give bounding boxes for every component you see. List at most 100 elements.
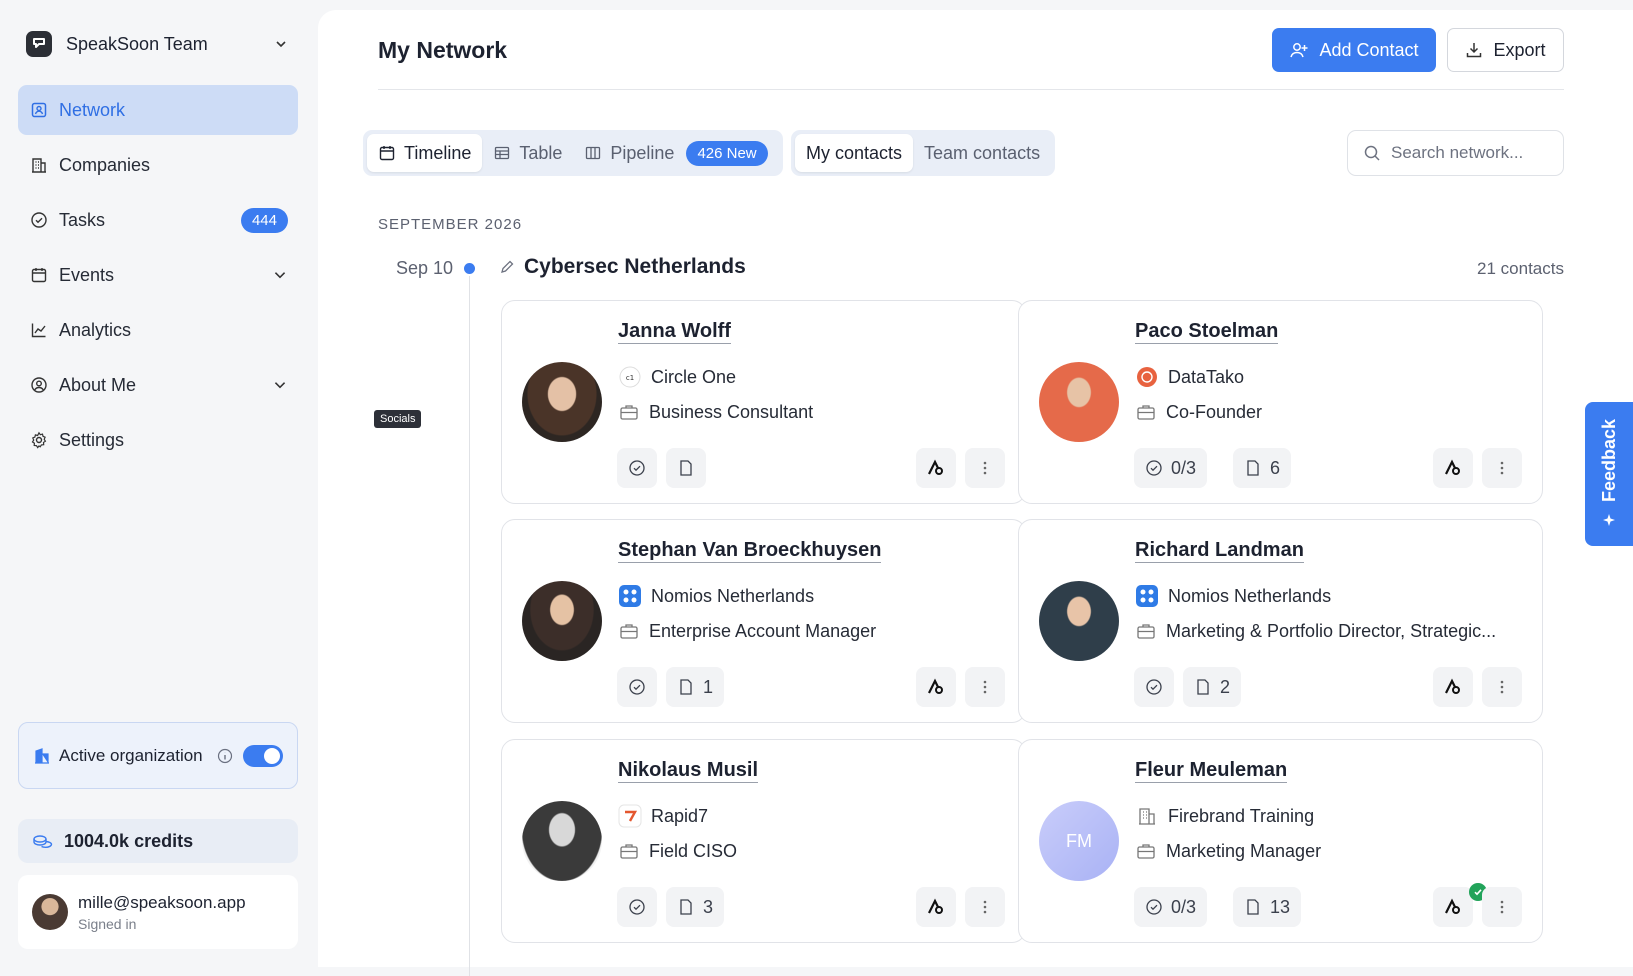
search-placeholder: Search network... [1391, 143, 1524, 162]
enrich-button[interactable] [916, 887, 956, 927]
documents-button[interactable]: 13 [1233, 887, 1302, 927]
tasks-button[interactable] [617, 667, 657, 707]
sidebar-item-about-me[interactable]: About Me [18, 360, 298, 410]
month-header: SEPTEMBER 2026 [378, 216, 523, 233]
contact-name[interactable]: Nikolaus Musil [618, 758, 759, 783]
page-title: My Network [378, 37, 508, 63]
documents-button[interactable]: 6 [1233, 448, 1292, 488]
sidebar-item-network[interactable]: Network [18, 85, 298, 135]
sidebar-item-tasks[interactable]: Tasks 444 [18, 195, 298, 245]
chevron-down-icon[interactable] [272, 267, 288, 283]
enrich-button[interactable] [1433, 667, 1473, 707]
active-organization-toggle[interactable] [243, 744, 283, 767]
tasks-button[interactable] [1134, 667, 1174, 707]
main-panel: My Network Add Contact Export Timeline T… [318, 10, 1633, 976]
more-vertical-icon [983, 900, 987, 914]
add-contact-button[interactable]: Add Contact [1272, 28, 1436, 72]
documents-button[interactable]: 2 [1183, 667, 1242, 707]
enrich-button[interactable] [1433, 448, 1473, 488]
check-circle-icon [628, 459, 646, 477]
contact-name[interactable]: Janna Wolff [618, 319, 731, 344]
feedback-tab[interactable]: Feedback [1585, 402, 1633, 546]
avatar [1039, 581, 1119, 661]
contact-card[interactable]: FM Fleur Meuleman Firebrand Training Mar… [1018, 739, 1543, 943]
more-options-button[interactable] [1482, 448, 1522, 488]
tab-my-contacts[interactable]: My contacts [795, 134, 914, 172]
more-options-button[interactable] [965, 887, 1005, 927]
contact-name[interactable]: Stephan Van Broeckhuysen [618, 538, 882, 563]
enrich-icon [927, 459, 945, 477]
contact-role: Business Consultant [618, 402, 813, 423]
contact-count: 21 contacts [1477, 259, 1564, 278]
info-icon[interactable] [217, 748, 233, 764]
enrich-icon [1444, 678, 1462, 696]
contact-name[interactable]: Fleur Meuleman [1135, 758, 1288, 783]
tasks-button[interactable] [617, 448, 657, 488]
pipeline-new-badge: 426 New [686, 140, 768, 166]
briefcase-icon [618, 403, 640, 423]
tasks-button[interactable]: 0/3 [1134, 448, 1208, 488]
sidebar-item-events[interactable]: Events [18, 250, 298, 300]
document-icon [677, 898, 695, 916]
document-icon [1244, 898, 1262, 916]
chevron-down-icon[interactable] [272, 377, 288, 393]
team-switcher[interactable]: SpeakSoon Team [26, 26, 288, 62]
contact-name[interactable]: Richard Landman [1135, 538, 1304, 563]
active-organization-panel: Active organization [18, 722, 298, 789]
user-account[interactable]: mille@speaksoon.app Signed in [18, 875, 298, 949]
contact-company: Firebrand Training [1135, 804, 1314, 828]
contact-card[interactable]: Paco Stoelman DataTako Co-Founder 0/3 6 [1018, 300, 1543, 504]
building-icon [1135, 804, 1159, 828]
event-name: Cybersec Netherlands [524, 255, 746, 278]
more-options-button[interactable] [965, 448, 1005, 488]
sidebar-item-label: Events [59, 264, 115, 285]
credits-display[interactable]: 1004.0k credits [18, 819, 298, 863]
enrich-button[interactable] [1433, 887, 1473, 927]
contact-role: Marketing Manager [1135, 841, 1321, 862]
documents-count: 6 [1270, 457, 1281, 478]
export-button[interactable]: Export [1447, 28, 1564, 72]
document-icon [677, 678, 695, 696]
circle-one-logo: c1 [618, 365, 642, 389]
pencil-icon[interactable] [499, 259, 515, 275]
check-circle-icon [1145, 678, 1163, 696]
credits-label: 1004.0k credits [64, 830, 194, 851]
documents-button[interactable]: 1 [666, 667, 725, 707]
contact-card[interactable]: Nikolaus Musil Rapid7 Field CISO 3 [501, 739, 1026, 943]
documents-button[interactable]: 3 [666, 887, 725, 927]
tab-label: Team contacts [924, 142, 1041, 163]
contact-scope-switcher: My contacts Team contacts [791, 130, 1056, 176]
tab-team-contacts[interactable]: Team contacts [913, 134, 1051, 172]
sidebar-item-companies[interactable]: Companies [18, 140, 298, 190]
tasks-button[interactable] [617, 887, 657, 927]
enrich-icon [927, 898, 945, 916]
enrich-button[interactable] [916, 667, 956, 707]
contact-company: Nomios Netherlands [1135, 584, 1331, 608]
sidebar-item-label: Tasks [59, 209, 106, 230]
role-title: Business Consultant [649, 402, 814, 422]
contact-name[interactable]: Paco Stoelman [1135, 319, 1279, 344]
more-options-button[interactable] [965, 667, 1005, 707]
search-input[interactable]: Search network... [1347, 130, 1564, 176]
contact-card[interactable]: Stephan Van Broeckhuysen Nomios Netherla… [501, 519, 1026, 723]
contact-card[interactable]: Richard Landman Nomios Netherlands Marke… [1018, 519, 1543, 723]
more-options-button[interactable] [1482, 887, 1522, 927]
tab-pipeline[interactable]: Pipeline 426 New [573, 134, 778, 172]
briefcase-icon [618, 842, 640, 862]
contact-card[interactable]: Janna Wolff c1 Circle One Business Consu… [501, 300, 1026, 504]
feedback-label: Feedback [1598, 419, 1619, 503]
more-vertical-icon [983, 461, 987, 475]
user-status: Signed in [78, 915, 137, 932]
tasks-button[interactable]: 0/3 [1134, 887, 1208, 927]
user-circle-icon [29, 375, 49, 395]
event-title[interactable]: Cybersec Netherlands [499, 255, 746, 279]
rapid7-logo [618, 804, 642, 828]
tab-timeline[interactable]: Timeline [367, 134, 483, 172]
tasks-count: 0/3 [1171, 457, 1197, 478]
sidebar-item-settings[interactable]: Settings [18, 415, 298, 465]
sidebar-item-analytics[interactable]: Analytics [18, 305, 298, 355]
tab-table[interactable]: Table [482, 134, 573, 172]
more-options-button[interactable] [1482, 667, 1522, 707]
documents-button[interactable] [666, 448, 706, 488]
enrich-button[interactable] [916, 448, 956, 488]
